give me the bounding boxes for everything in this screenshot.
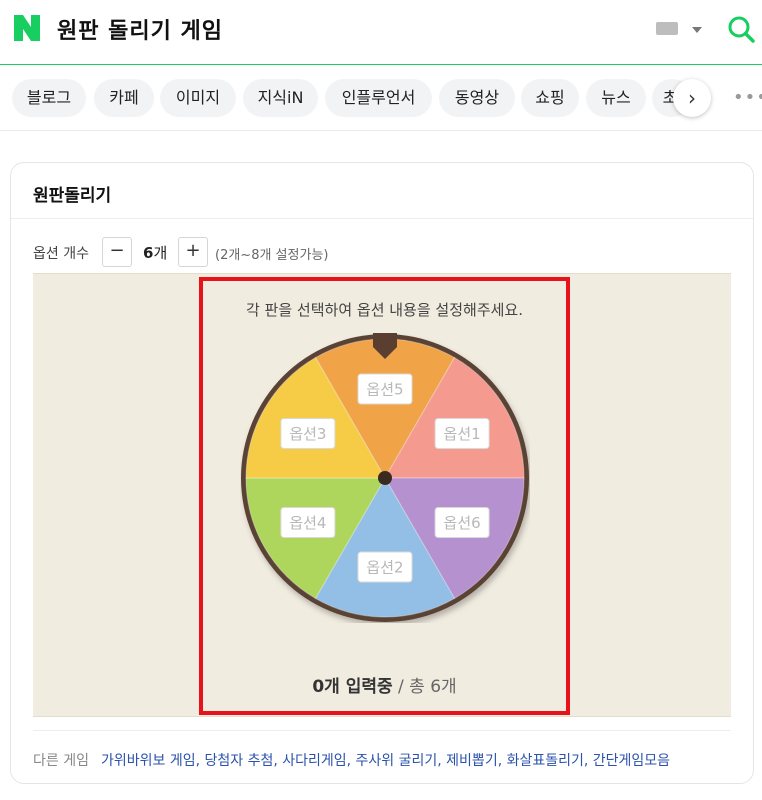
option-input-placeholder: 옵션6 bbox=[444, 514, 481, 532]
option-input-placeholder: 옵션3 bbox=[289, 425, 326, 443]
other-games-links[interactable]: 가위바위보 게임, 당첨자 추첨, 사다리게임, 주사위 굴리기, 제비뽑기, … bbox=[101, 753, 670, 769]
option-input[interactable]: 옵션1 bbox=[434, 418, 490, 449]
chevron-down-icon[interactable] bbox=[692, 27, 702, 33]
page-title: 원판 돌리기 게임 bbox=[57, 19, 223, 44]
tab-influencer[interactable]: 인플루언서 bbox=[325, 79, 432, 117]
divider bbox=[11, 218, 753, 219]
wheel-stage: 각 판을 선택하여 옵션 내용을 설정해주세요. 옵션5 옵션1 옵션6 옵션2 옵션4… bbox=[33, 273, 731, 717]
decrease-button[interactable]: − bbox=[102, 237, 132, 267]
option-input[interactable]: 옵션6 bbox=[434, 507, 490, 538]
range-hint: (2개~8개 설정가능) bbox=[215, 248, 329, 263]
chevron-right-icon[interactable]: › bbox=[673, 79, 711, 117]
header: 원판 돌리기 게임 bbox=[0, 0, 762, 65]
tab-blog[interactable]: 블로그 bbox=[12, 79, 86, 117]
option-input-placeholder: 옵션1 bbox=[444, 425, 481, 443]
search-icon[interactable] bbox=[726, 14, 756, 44]
hint-text: 각 판을 선택하여 옵션 내용을 설정해주세요. bbox=[245, 301, 523, 319]
roulette-wheel[interactable]: 옵션5 옵션1 옵션6 옵션2 옵션4 옵션3 bbox=[240, 333, 530, 623]
option-input-placeholder: 옵션5 bbox=[366, 381, 403, 399]
option-count-value: 6개 bbox=[143, 244, 168, 262]
card-title: 원판돌리기 bbox=[33, 186, 112, 206]
increase-button[interactable]: + bbox=[178, 237, 208, 267]
option-input[interactable]: 옵션3 bbox=[280, 418, 336, 449]
tab-video[interactable]: 동영상 bbox=[439, 79, 515, 117]
option-input[interactable]: 옵션4 bbox=[280, 507, 336, 538]
option-input-placeholder: 옵션2 bbox=[366, 559, 403, 577]
tab-kin[interactable]: 지식iN bbox=[243, 79, 318, 117]
option-input[interactable]: 옵션2 bbox=[357, 551, 413, 583]
other-games-label: 다른 게임 bbox=[33, 753, 89, 769]
more-icon[interactable]: ••• bbox=[733, 79, 762, 117]
keyboard-icon[interactable] bbox=[656, 22, 678, 35]
input-status: 0개 입력중 / 총 6개 bbox=[312, 677, 457, 697]
option-count-label: 옵션 개수 bbox=[33, 246, 89, 262]
tab-shopping[interactable]: 쇼핑 bbox=[521, 79, 579, 117]
wheel-card: 원판돌리기 옵션 개수 − 6개 + (2개~8개 설정가능) 각 판을 선택하… bbox=[10, 162, 754, 784]
naver-logo-icon[interactable] bbox=[13, 14, 41, 42]
highlight-box: 각 판을 선택하여 옵션 내용을 설정해주세요. 옵션5 옵션1 옵션6 옵션2 옵션4… bbox=[199, 277, 570, 715]
wheel-hub bbox=[378, 471, 392, 485]
tab-cafe[interactable]: 카페 bbox=[94, 79, 154, 117]
option-input-placeholder: 옵션4 bbox=[289, 514, 326, 532]
tab-news[interactable]: 뉴스 bbox=[586, 79, 646, 117]
tab-bar: 블로그 카페 이미지 지식iN 인플루언서 동영상 쇼핑 뉴스 초 › ••• bbox=[0, 72, 762, 131]
divider bbox=[33, 730, 731, 731]
option-input[interactable]: 옵션5 bbox=[357, 373, 413, 405]
tab-image[interactable]: 이미지 bbox=[160, 79, 236, 117]
other-games: 다른 게임 가위바위보 게임, 당첨자 추첨, 사다리게임, 주사위 굴리기, 제… bbox=[33, 750, 670, 770]
